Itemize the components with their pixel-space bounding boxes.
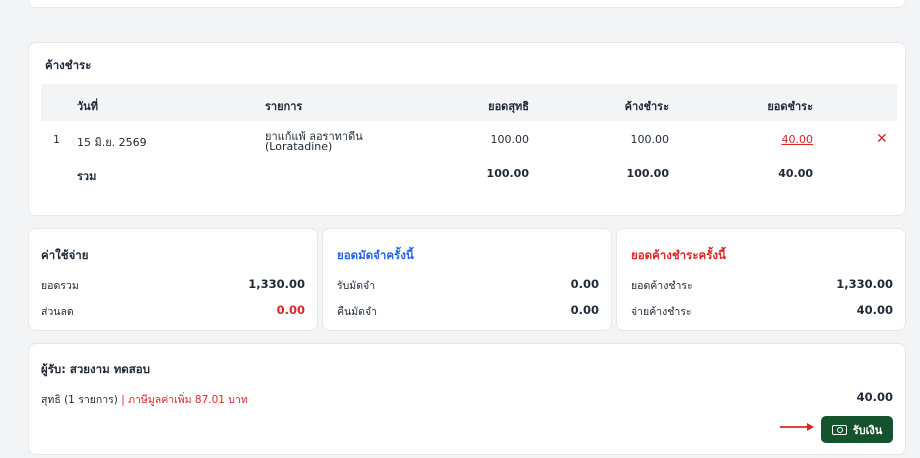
row-outstanding: 100.00 <box>630 133 670 146</box>
total-paid: 40.00 <box>778 167 813 180</box>
expenses-title: ค่าใช้จ่าย <box>41 248 89 262</box>
col-outstanding: ค้างชำระ <box>624 100 669 113</box>
remove-row-close-icon[interactable]: ✕ <box>876 132 888 146</box>
receive-payment-label: รับเงิน <box>852 423 883 437</box>
total-net: 100.00 <box>486 167 529 180</box>
total-label: รวม <box>77 170 97 183</box>
outstanding-amount-value: 1,330.00 <box>836 277 893 291</box>
col-net: ยอดสุทธิ <box>488 100 529 113</box>
col-item: รายการ <box>265 100 303 113</box>
previous-section-card <box>28 0 906 8</box>
receiver-net-value: 40.00 <box>856 390 893 404</box>
col-date: วันที่ <box>77 100 98 113</box>
deposit-return-value: 0.00 <box>570 303 599 317</box>
arrow-right-icon <box>780 423 814 431</box>
expenses-card: ค่าใช้จ่าย ยอดรวม 1,330.00 ส่วนลด 0.00 <box>28 228 318 331</box>
outstanding-paid-label: จ่ายค้างชำระ <box>631 306 692 318</box>
receiver-card: ผู้รับ: สวยงาม ทดสอบ สุทธิ (1 รายการ) | … <box>28 343 906 455</box>
deposit-return-label: คืนมัดจำ <box>337 306 377 318</box>
row-net: 100.00 <box>490 133 530 146</box>
col-paid: ยอดชำระ <box>767 100 813 113</box>
receive-payment-button[interactable]: รับเงิน <box>821 416 893 443</box>
expenses-total-label: ยอดรวม <box>41 280 79 292</box>
deposit-receive-value: 0.00 <box>570 277 599 291</box>
receiver-net-label: สุทธิ (1 รายการ) <box>41 394 118 406</box>
receiver-vat-text: ภาษีมูลค่าเพิ่ม 87.01 บาท <box>128 394 248 406</box>
expenses-discount-label: ส่วนลด <box>41 306 74 318</box>
deposit-title: ยอดมัดจำครั้งนี้ <box>337 248 414 262</box>
debt-title: ค้างชำระ <box>45 58 92 72</box>
outstanding-now-card: ยอดค้างชำระครั้งนี้ ยอดค้างชำระ 1,330.00… <box>616 228 906 331</box>
receiver-title: ผู้รับ: สวยงาม ทดสอบ <box>41 362 150 376</box>
receiver-summary: สุทธิ (1 รายการ) | ภาษีมูลค่าเพิ่ม 87.01… <box>41 391 248 408</box>
row-date: 15 มิ.ย. 2569 <box>77 136 147 149</box>
outstanding-paid-value: 40.00 <box>856 303 893 317</box>
outstanding-now-title: ยอดค้างชำระครั้งนี้ <box>631 248 726 262</box>
row-index: 1 <box>53 133 60 146</box>
expenses-total-value: 1,330.00 <box>248 277 305 291</box>
debt-table-header: วันที่ รายการ ยอดสุทธิ ค้างชำระ ยอดชำระ <box>41 84 897 121</box>
deposit-receive-label: รับมัดจำ <box>337 280 376 292</box>
total-outstanding: 100.00 <box>626 167 669 180</box>
outstanding-amount-label: ยอดค้างชำระ <box>631 280 693 292</box>
row-item-generic: (Loratadine) <box>265 140 333 153</box>
row-paid-amount-link[interactable]: 40.00 <box>705 133 814 146</box>
expenses-discount-value: 0.00 <box>276 303 305 317</box>
deposit-card: ยอดมัดจำครั้งนี้ รับมัดจำ 0.00 คืนมัดจำ … <box>322 228 612 331</box>
cash-icon <box>831 424 847 435</box>
outstanding-debt-card: ค้างชำระ วันที่ รายการ ยอดสุทธิ ค้างชำระ… <box>28 42 906 216</box>
receiver-separator: | <box>121 394 125 406</box>
